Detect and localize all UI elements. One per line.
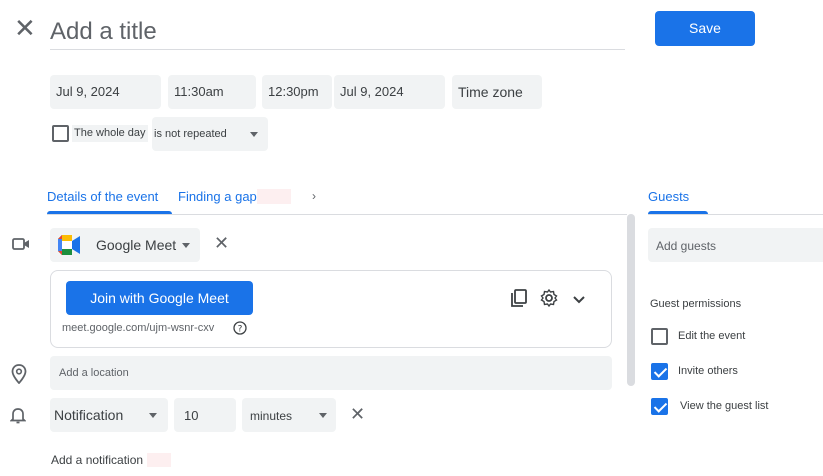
- end-time-field[interactable]: 12:30pm: [262, 75, 332, 109]
- remove-notification-icon[interactable]: ✕: [350, 405, 365, 423]
- repeat-value: is not repeated: [154, 128, 227, 140]
- view-guest-list-checkbox[interactable]: [651, 398, 668, 415]
- view-guest-list-label: View the guest list: [680, 400, 769, 412]
- guests-divider: [648, 214, 823, 215]
- add-notification-link[interactable]: Add a notification: [51, 453, 172, 467]
- notification-unit: minutes: [250, 409, 293, 423]
- close-icon[interactable]: ✕: [14, 16, 36, 42]
- add-guests-placeholder: Add guests: [656, 239, 717, 253]
- tab-find-gap-label: Finding a gap: [178, 189, 257, 204]
- guest-permissions-title: Guest permissions: [650, 298, 742, 310]
- remove-conference-icon[interactable]: ✕: [214, 234, 229, 252]
- chevron-down-icon: [319, 413, 327, 418]
- join-meet-button[interactable]: Join with Google Meet: [66, 281, 253, 315]
- end-date-field[interactable]: Jul 9, 2024: [334, 75, 445, 109]
- edit-event-label: Edit the event: [678, 330, 746, 342]
- all-day-label: The whole day: [72, 125, 148, 142]
- end-time-value: 12:30pm: [268, 84, 319, 99]
- repeat-dropdown[interactable]: is not repeated: [152, 117, 268, 151]
- tab-details[interactable]: Details of the event: [47, 189, 158, 204]
- video-camera-icon: [12, 236, 30, 257]
- meet-link[interactable]: meet.google.com/ujm-wsnr-cxv: [62, 322, 214, 334]
- copy-icon[interactable]: [511, 289, 527, 312]
- notification-amount-input[interactable]: 10: [174, 398, 236, 432]
- save-button[interactable]: Save: [655, 11, 755, 46]
- svg-text:?: ?: [238, 325, 243, 335]
- tab-overflow-mark: ›: [312, 189, 316, 203]
- help-icon[interactable]: ?: [233, 321, 247, 340]
- all-day-checkbox[interactable]: [52, 125, 69, 142]
- notification-type-dropdown[interactable]: Notification: [50, 398, 168, 432]
- invite-others-label: Invite others: [678, 365, 738, 377]
- timezone-button[interactable]: Time zone: [452, 75, 542, 109]
- tab-guests[interactable]: Guests: [648, 189, 689, 204]
- add-guests-input[interactable]: Add guests: [648, 228, 823, 262]
- title-placeholder: Add a title: [50, 18, 157, 45]
- conference-provider: Google Meet: [96, 237, 177, 253]
- conference-dropdown[interactable]: Google Meet: [50, 228, 200, 262]
- notification-unit-dropdown[interactable]: minutes: [242, 398, 336, 432]
- scrollbar[interactable]: [627, 214, 635, 386]
- title-input[interactable]: Add a title: [50, 16, 625, 50]
- chevron-down-icon: [149, 413, 157, 418]
- start-time-field[interactable]: 11:30am: [168, 75, 256, 109]
- notification-type: Notification: [54, 407, 124, 423]
- edit-event-checkbox[interactable]: [651, 328, 668, 345]
- location-input[interactable]: Add a location: [50, 356, 612, 390]
- start-date-field[interactable]: Jul 9, 2024: [50, 75, 161, 109]
- gear-icon[interactable]: [540, 288, 558, 312]
- chevron-down-icon: [250, 132, 258, 137]
- chevron-down-icon: [182, 243, 190, 248]
- chevron-down-icon[interactable]: [572, 292, 586, 310]
- google-meet-icon: [58, 235, 80, 260]
- tabs-divider: [47, 214, 627, 215]
- add-notification-label: Add a notification: [51, 453, 144, 467]
- notification-amount: 10: [184, 408, 199, 423]
- tab-find-gap[interactable]: Finding a gap: [178, 189, 291, 204]
- invite-others-checkbox[interactable]: [651, 363, 668, 380]
- bell-icon: [9, 406, 27, 429]
- location-placeholder: Add a location: [59, 367, 129, 379]
- location-pin-icon: [11, 364, 27, 389]
